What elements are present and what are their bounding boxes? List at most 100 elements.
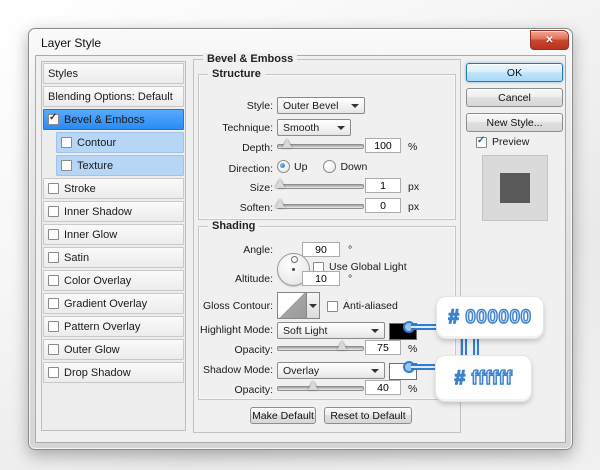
styles-list-header: Styles	[43, 63, 184, 84]
sidebar-item-label: Contour	[77, 137, 116, 149]
stroke-checkbox[interactable]	[48, 183, 59, 194]
sidebar-item-texture[interactable]: Texture	[56, 155, 184, 176]
sidebar-item-gradient-overlay[interactable]: Gradient Overlay	[43, 293, 184, 314]
sidebar-item-blending-options[interactable]: Blending Options: Default	[43, 86, 184, 107]
ok-button[interactable]: OK	[466, 63, 563, 82]
shadow-mode-label: Shadow Mode:	[193, 364, 273, 376]
soften-slider-thumb[interactable]	[275, 199, 285, 208]
soften-input[interactable]	[365, 198, 401, 213]
sidebar-item-label: Inner Glow	[64, 229, 117, 241]
highlight-opacity-input[interactable]	[365, 340, 401, 355]
highlight-opacity-thumb[interactable]	[337, 341, 347, 350]
bevel-emboss-checkbox[interactable]: ✓	[48, 114, 59, 125]
callout-highlight-hex: # 000000	[437, 297, 543, 338]
shadow-opacity-input[interactable]	[365, 380, 401, 395]
sidebar-item-color-overlay[interactable]: Color Overlay	[43, 270, 184, 291]
highlight-mode-select[interactable]: Soft Light	[277, 322, 385, 339]
angle-input[interactable]	[302, 242, 340, 257]
gloss-contour-dropdown-button[interactable]	[307, 292, 320, 319]
highlight-opacity-slider[interactable]	[277, 346, 364, 351]
gloss-contour-label: Gloss Contour:	[193, 300, 273, 312]
preview-label: Preview	[492, 136, 529, 148]
connector-vertical-1	[461, 338, 467, 356]
check-icon: ✓	[477, 135, 485, 146]
sidebar-item-label: Satin	[64, 252, 89, 264]
technique-select[interactable]: Smooth	[277, 119, 351, 136]
depth-input[interactable]	[365, 138, 401, 153]
technique-select-value: Smooth	[283, 122, 319, 134]
inner-shadow-checkbox[interactable]	[48, 206, 59, 217]
depth-unit: %	[408, 141, 417, 153]
direction-up-radio[interactable]	[277, 160, 290, 173]
size-unit: px	[408, 181, 419, 193]
sidebar-item-label: Color Overlay	[64, 275, 131, 287]
drop-shadow-checkbox[interactable]	[48, 367, 59, 378]
shadow-mode-select[interactable]: Overlay	[277, 362, 385, 379]
panel-title: Bevel & Emboss	[203, 53, 297, 65]
reset-to-default-button[interactable]: Reset to Default	[324, 407, 412, 424]
new-style-button[interactable]: New Style...	[466, 113, 563, 132]
sidebar-item-stroke[interactable]: Stroke	[43, 178, 184, 199]
inner-glow-checkbox[interactable]	[48, 229, 59, 240]
callout-shadow-hex-text: # ffffff	[455, 368, 513, 390]
sidebar-item-contour[interactable]: Contour	[56, 132, 184, 153]
pattern-overlay-checkbox[interactable]	[48, 321, 59, 332]
direction-label: Direction:	[193, 163, 273, 175]
connector-vertical-2	[473, 338, 479, 356]
satin-checkbox[interactable]	[48, 252, 59, 263]
depth-slider-thumb[interactable]	[282, 139, 292, 148]
gradient-overlay-checkbox[interactable]	[48, 298, 59, 309]
sidebar-item-inner-glow[interactable]: Inner Glow	[43, 224, 184, 245]
make-default-button[interactable]: Make Default	[250, 407, 316, 424]
preview-checkbox[interactable]: ✓	[476, 137, 487, 148]
size-slider-thumb[interactable]	[275, 179, 285, 188]
sidebar-item-drop-shadow[interactable]: Drop Shadow	[43, 362, 184, 383]
callout-highlight-hex-text: # 000000	[448, 307, 531, 329]
anti-aliased-row: Anti-aliased	[327, 300, 398, 312]
color-overlay-checkbox[interactable]	[48, 275, 59, 286]
bevel-emboss-panel: Bevel & Emboss Structure Style: Outer Be…	[193, 59, 461, 433]
size-input[interactable]	[365, 178, 401, 193]
anti-aliased-checkbox[interactable]	[327, 301, 338, 312]
shading-group: Shading Angle: ° Use Global Light Altitu…	[198, 226, 456, 400]
sidebar-item-satin[interactable]: Satin	[43, 247, 184, 268]
sidebar-item-label: Outer Glow	[64, 344, 120, 356]
texture-checkbox[interactable]	[61, 160, 72, 171]
callout-shadow-hex: # ffffff	[436, 356, 531, 401]
shadow-opacity-label: Opacity:	[193, 384, 273, 396]
shadow-opacity-thumb[interactable]	[308, 381, 318, 390]
contour-checkbox[interactable]	[61, 137, 72, 148]
titlebar[interactable]: Layer Style ✕	[29, 29, 572, 55]
depth-slider[interactable]	[277, 144, 364, 149]
depth-label: Depth:	[193, 142, 273, 154]
direction-up-label: Up	[294, 161, 307, 173]
outer-glow-checkbox[interactable]	[48, 344, 59, 355]
direction-down-radio[interactable]	[323, 160, 336, 173]
close-button[interactable]: ✕	[530, 30, 569, 50]
altitude-input[interactable]	[302, 271, 340, 286]
angle-dial-marker-icon	[291, 256, 298, 263]
angle-unit: °	[348, 244, 352, 256]
sidebar-item-bevel-emboss[interactable]: ✓Bevel & Emboss	[43, 109, 184, 130]
style-label: Style:	[193, 100, 273, 112]
sidebar-item-label: Gradient Overlay	[64, 298, 147, 310]
altitude-label: Altitude:	[193, 273, 273, 285]
anti-aliased-label: Anti-aliased	[343, 300, 398, 312]
chevron-down-icon	[371, 329, 379, 333]
gloss-contour-swatch[interactable]	[277, 292, 307, 319]
style-select[interactable]: Outer Bevel	[277, 97, 365, 114]
preview-row: ✓ Preview	[476, 136, 529, 148]
styles-list: Styles Blending Options: Default ✓Bevel …	[41, 61, 186, 431]
sidebar-item-inner-shadow[interactable]: Inner Shadow	[43, 201, 184, 222]
soften-slider[interactable]	[277, 204, 364, 209]
soften-unit: px	[408, 201, 419, 213]
shadow-opacity-slider[interactable]	[277, 386, 364, 391]
chevron-down-icon	[337, 126, 345, 130]
close-icon: ✕	[545, 35, 553, 46]
cancel-button[interactable]: Cancel	[466, 88, 563, 107]
sidebar-item-outer-glow[interactable]: Outer Glow	[43, 339, 184, 360]
size-slider[interactable]	[277, 184, 364, 189]
use-global-light-label: Use Global Light	[329, 261, 407, 273]
sidebar-item-label: Texture	[77, 160, 113, 172]
sidebar-item-pattern-overlay[interactable]: Pattern Overlay	[43, 316, 184, 337]
